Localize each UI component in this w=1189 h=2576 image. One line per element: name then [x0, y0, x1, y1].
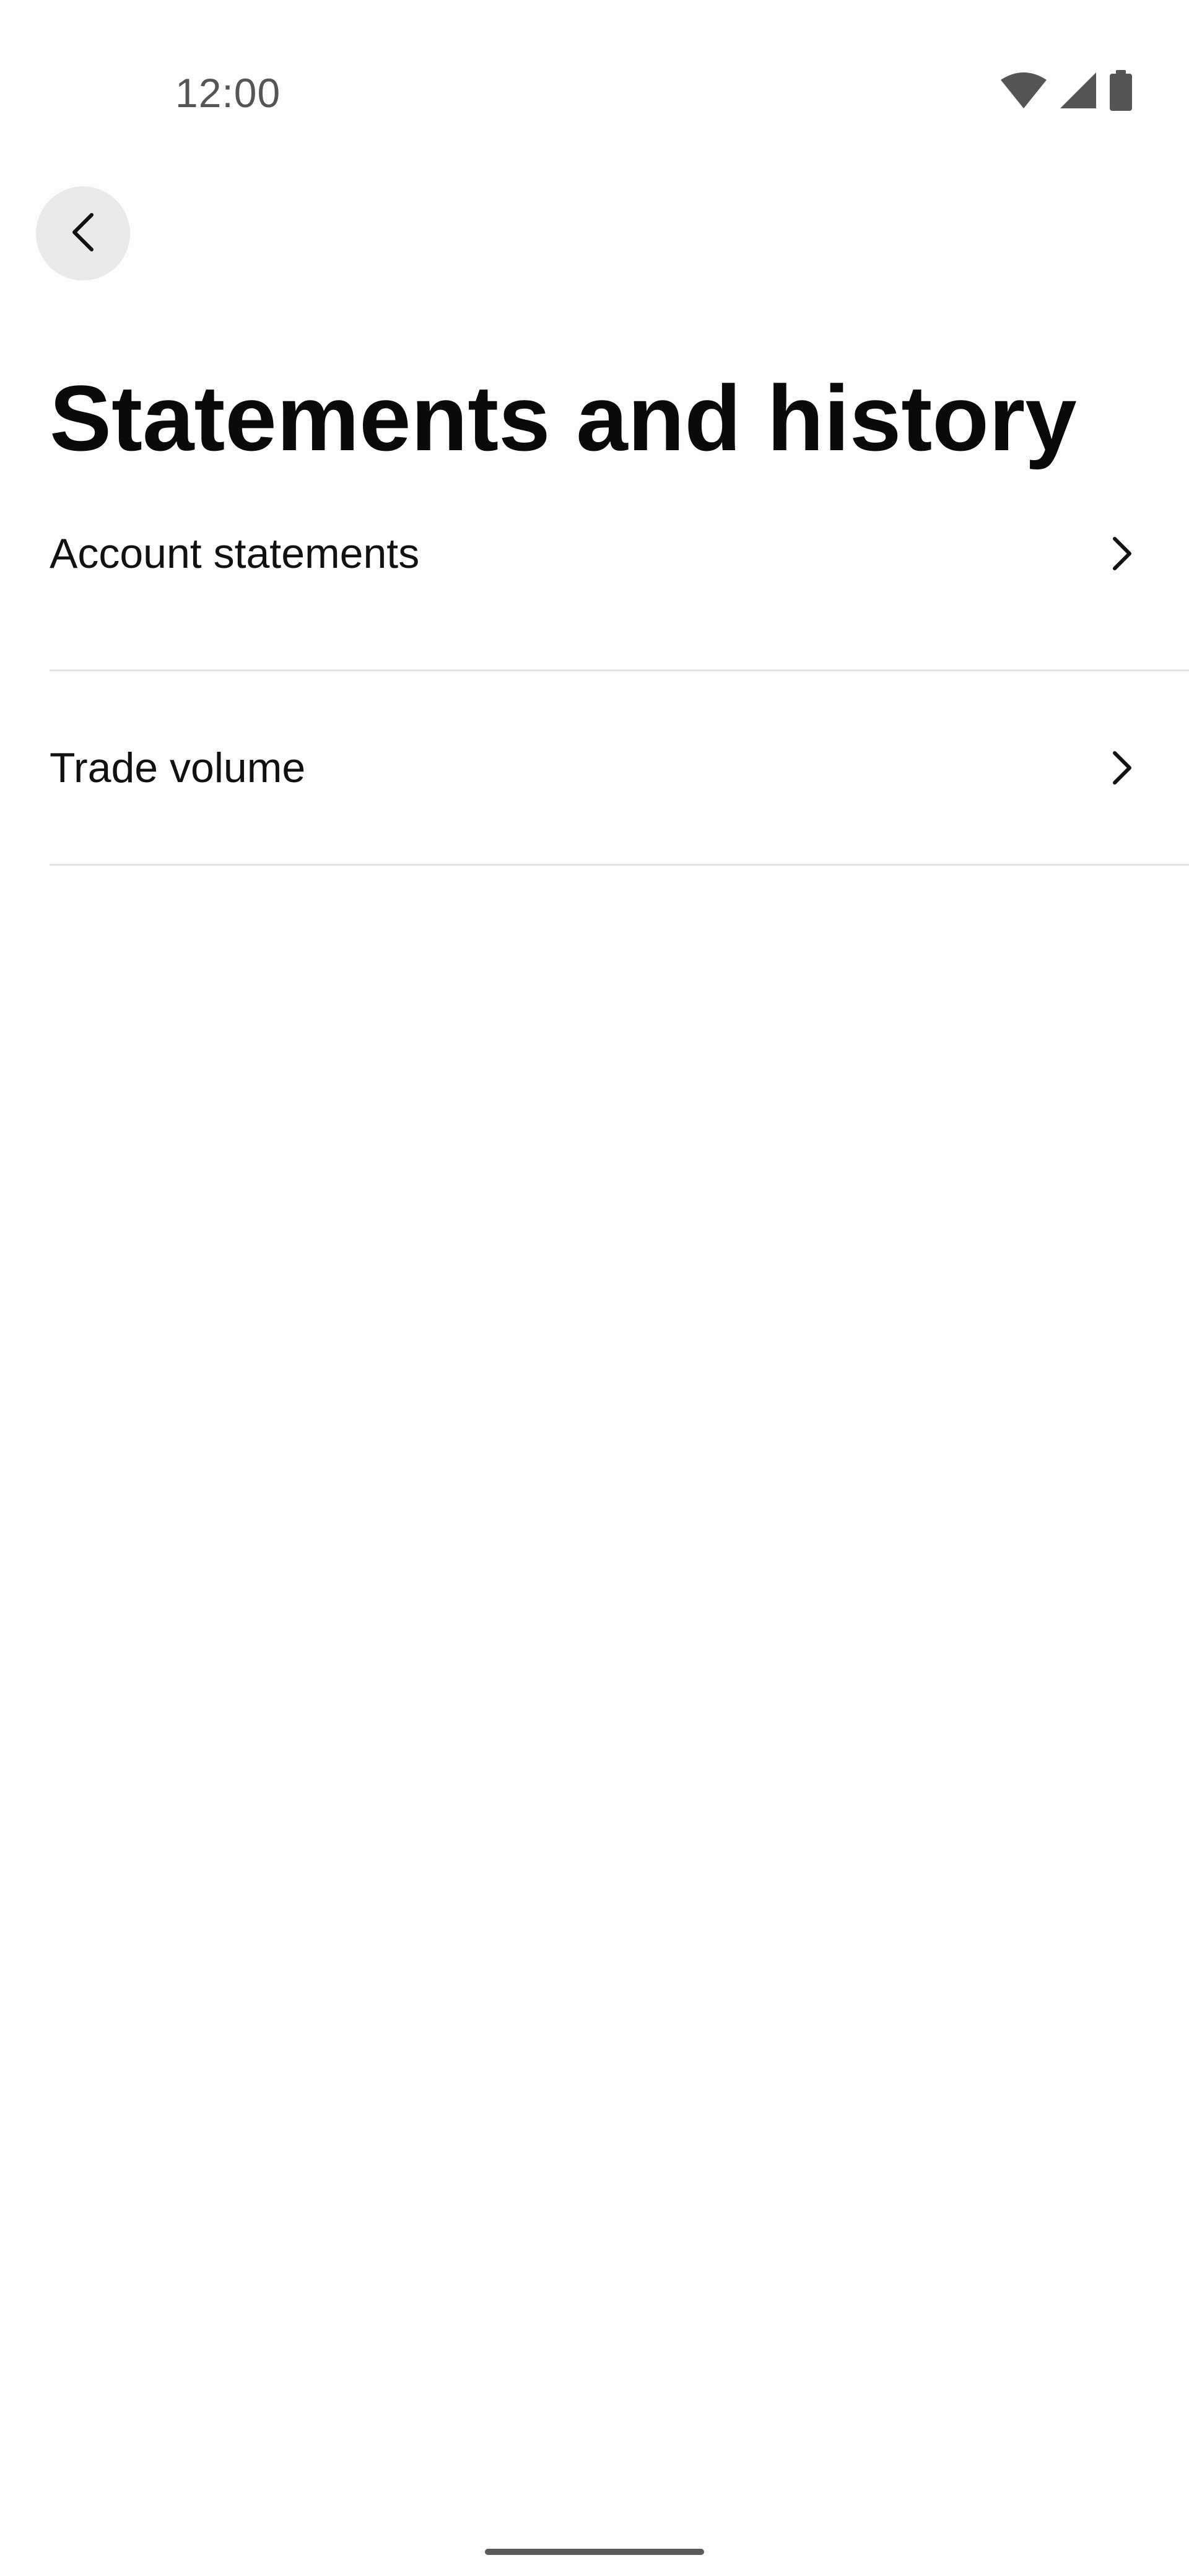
chevron-left-icon [69, 212, 97, 255]
back-button[interactable] [36, 186, 130, 281]
menu-item-label: Account statements [50, 530, 420, 578]
menu-item-account-statements[interactable]: Account statements [50, 477, 1189, 671]
status-bar: 12:00 [0, 0, 1189, 186]
status-time: 12:00 [175, 70, 281, 116]
menu-list: Account statements Trade volume [50, 477, 1189, 866]
page-title: Statements and history [50, 366, 1077, 470]
chevron-right-icon [1102, 743, 1139, 793]
cellular-signal-icon [1059, 71, 1097, 110]
chevron-right-icon [1102, 529, 1139, 578]
status-icons [1000, 70, 1133, 111]
battery-icon [1108, 70, 1133, 111]
screen: 12:00 Statements and history Account sta… [0, 0, 1189, 2576]
home-indicator[interactable] [485, 2549, 704, 2555]
wifi-icon [1000, 71, 1048, 110]
menu-item-trade-volume[interactable]: Trade volume [50, 671, 1189, 866]
menu-item-label: Trade volume [50, 744, 306, 791]
